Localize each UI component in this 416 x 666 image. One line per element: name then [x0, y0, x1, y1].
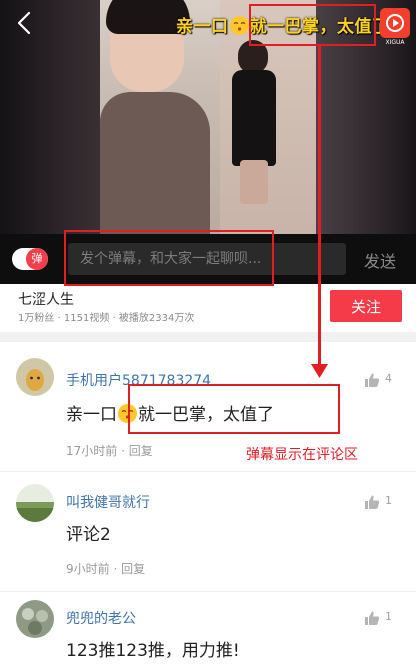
thumbs-up-icon	[365, 495, 380, 509]
like-count: 1	[385, 494, 392, 507]
danmaku-text-part1: 亲一口	[176, 17, 229, 37]
thumbs-up-icon	[365, 373, 380, 387]
video-person-back-body	[232, 70, 276, 166]
comment-meta[interactable]: 9小时前 · 回复	[66, 560, 145, 577]
danmaku-toggle-label: 弹	[26, 248, 48, 270]
comment-text-part1: 亲一口	[66, 405, 117, 425]
app-logo-icon	[380, 8, 410, 38]
channel-info: 七涩人生 1万粉丝 · 1151视频 · 被播放2334万次 关注	[0, 284, 416, 332]
comment-text: 评论2	[66, 525, 111, 545]
thumbs-up-icon	[365, 611, 380, 625]
avatar[interactable]	[16, 600, 54, 638]
kiss-emoji-icon	[229, 16, 249, 35]
back-arrow-icon[interactable]	[10, 8, 40, 38]
avatar[interactable]	[16, 484, 54, 522]
comment-username[interactable]: 兜兜的老公	[66, 608, 136, 628]
channel-name[interactable]: 七涩人生	[18, 289, 74, 309]
section-divider	[0, 332, 416, 342]
annotation-box-comment	[128, 384, 340, 434]
video-person-back-legs	[240, 160, 268, 204]
comment-item: 叫我健哥就行 1 评论2 9小时前 · 回复	[0, 472, 416, 592]
app-logo-caption: XIGUA	[385, 39, 405, 46]
annotation-box-input	[64, 230, 274, 286]
send-button[interactable]: 发送	[364, 248, 396, 272]
comment-username[interactable]: 叫我健哥就行	[66, 492, 150, 512]
annotation-box-danmaku	[249, 4, 376, 46]
like-count: 4	[385, 372, 392, 385]
comment-item: 兜兜的老公 1 123推123推，用力推!	[0, 592, 416, 666]
annotation-label: 弹幕显示在评论区	[246, 447, 358, 463]
video-person-front-shirt	[100, 92, 210, 234]
danmaku-toggle[interactable]: 弹	[12, 248, 48, 270]
like-count: 1	[385, 610, 392, 623]
like-button[interactable]: 1	[364, 608, 410, 628]
channel-stats: 1万粉丝 · 1151视频 · 被播放2334万次	[18, 313, 195, 324]
avatar[interactable]	[16, 358, 54, 396]
like-button[interactable]: 1	[364, 492, 410, 512]
app-logo: XIGUA	[380, 8, 410, 48]
comment-meta[interactable]: 17小时前 · 回复	[66, 442, 153, 459]
annotation-arrow-line	[318, 46, 321, 372]
follow-button[interactable]: 关注	[330, 290, 402, 322]
comment-text: 123推123推，用力推!	[66, 641, 240, 661]
like-button[interactable]: 4	[364, 370, 410, 390]
annotation-arrow-head-icon	[311, 364, 328, 378]
